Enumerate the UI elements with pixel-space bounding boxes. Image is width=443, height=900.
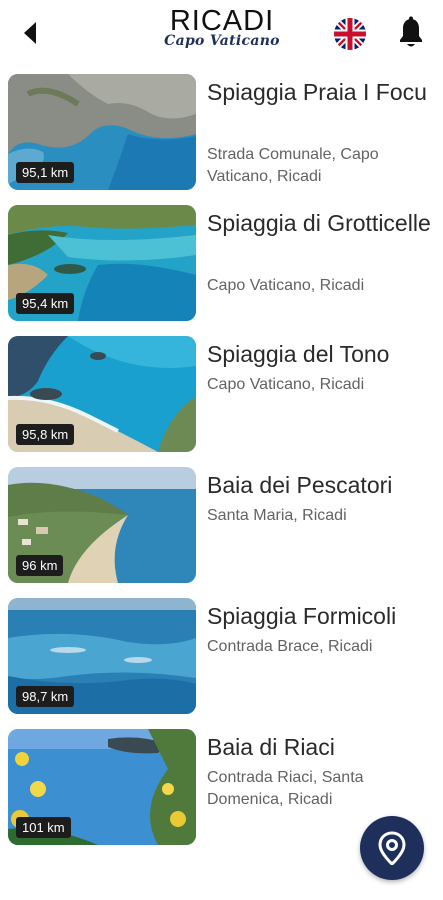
distance-badge: 95,1 km — [16, 162, 75, 183]
list-item[interactable]: 98,7 km Spiaggia Formicoli Contrada Brac… — [0, 598, 443, 716]
distance-badge: 95,4 km — [16, 293, 75, 314]
beach-address: Santa Maria, Ricadi — [207, 507, 347, 524]
beach-photo: 95,1 km — [8, 74, 196, 190]
list-item[interactable]: 95,4 km Spiaggia di Grotticelle Capo Vat… — [0, 205, 443, 323]
beach-title: Baia dei Pescatori — [207, 472, 393, 498]
uk-flag-icon — [334, 18, 366, 50]
beach-address: Capo Vaticano, Ricadi — [207, 277, 365, 294]
distance-badge: 95,8 km — [16, 424, 75, 445]
beach-title: Spiaggia del Tono — [207, 341, 390, 367]
beach-photo: 101 km — [8, 729, 196, 845]
beach-address: Contrada Brace, Ricadi — [207, 638, 373, 655]
beach-title: Spiaggia Formicoli — [207, 603, 397, 629]
list-item[interactable]: 96 km Baia dei Pescatori Santa Maria, Ri… — [0, 467, 443, 585]
list-item[interactable]: 95,1 km Spiaggia Praia I Focu Strada Com… — [0, 74, 443, 192]
arrow-left-icon — [24, 22, 36, 44]
language-button[interactable] — [334, 18, 366, 50]
brand-title: RICADI — [169, 5, 275, 37]
list-item[interactable]: 95,8 km Spiaggia del Tono Capo Vaticano,… — [0, 336, 443, 454]
distance-badge: 101 km — [16, 817, 71, 838]
notifications-button[interactable] — [397, 16, 425, 50]
beach-photo: 95,8 km — [8, 336, 196, 452]
back-button[interactable] — [18, 18, 46, 48]
beach-address: Contrada Riaci, Santa Domenica, Ricadi — [207, 769, 364, 808]
beach-address: Capo Vaticano, Ricadi — [207, 376, 365, 393]
app-header: RICADI Capo Vaticano — [0, 0, 443, 68]
beach-title: Spiaggia di Grotticelle — [207, 210, 431, 236]
distance-badge: 96 km — [16, 555, 64, 576]
distance-badge: 98,7 km — [16, 686, 75, 707]
beach-photo: 96 km — [8, 467, 196, 583]
beach-address: Strada Comunale, Capo Vaticano, Ricadi — [207, 146, 379, 185]
bell-icon — [400, 16, 422, 47]
brand-logo: RICADI Capo Vaticano — [152, 6, 292, 49]
beach-title: Baia di Riaci — [207, 734, 335, 760]
brand-subtitle: Capo Vaticano — [164, 33, 280, 49]
beach-title: Spiaggia Praia I Focu — [207, 79, 427, 105]
map-pin-icon — [378, 831, 406, 865]
map-button[interactable] — [360, 816, 424, 880]
beach-photo: 95,4 km — [8, 205, 196, 321]
beach-photo: 98,7 km — [8, 598, 196, 714]
